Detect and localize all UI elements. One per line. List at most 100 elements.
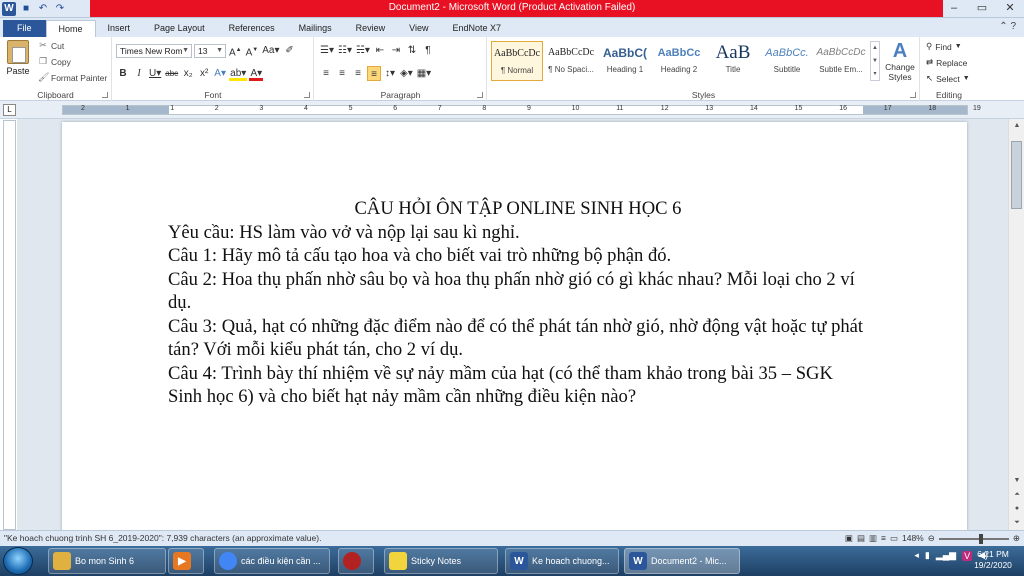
styles-launcher-icon[interactable] [910, 92, 916, 98]
restore-button[interactable]: ▭ [968, 0, 996, 17]
change-case-icon[interactable]: Aa▾ [261, 43, 280, 58]
style-no-spacing[interactable]: AaBbCcDc ¶ No Spaci... [545, 41, 597, 81]
paragraph-launcher-icon[interactable] [477, 92, 483, 98]
clear-formatting-icon[interactable]: ✐ [283, 43, 297, 58]
tab-page-layout[interactable]: Page Layout [142, 20, 217, 37]
justify-icon[interactable]: ≡ [367, 66, 381, 81]
find-button[interactable]: ⚲ Find ▼ [926, 41, 962, 52]
document-page[interactable]: CÂU HỎI ÔN TẬP ONLINE SINH HỌC 6 Yêu cầu… [62, 122, 967, 530]
taskbar-item-word-document2[interactable]: W Document2 - Mic... [624, 548, 740, 574]
font-launcher-icon[interactable] [304, 92, 310, 98]
signal-icon[interactable]: ▂▄▆ [936, 550, 956, 561]
align-right-icon[interactable]: ≡ [351, 66, 365, 81]
next-page-icon[interactable]: ⏷ [1009, 516, 1024, 530]
paste-button[interactable]: Paste [4, 40, 32, 76]
subscript-icon[interactable]: x₂ [181, 66, 195, 81]
undo-icon[interactable]: ↶ [36, 2, 50, 16]
grow-font-icon[interactable]: A▲ [228, 43, 243, 58]
align-left-icon[interactable]: ≡ [319, 66, 333, 81]
prev-page-icon[interactable]: ⏶ [1009, 488, 1024, 502]
multilevel-list-icon[interactable]: ☵▾ [355, 43, 371, 58]
strikethrough-icon[interactable]: abc [164, 66, 179, 81]
tab-insert[interactable]: Insert [96, 20, 143, 37]
shrink-font-icon[interactable]: A▼ [245, 43, 260, 58]
format-painter-button[interactable]: 🖌 Format Painter [38, 72, 107, 83]
zoom-out-icon[interactable]: ⊖ [928, 531, 935, 546]
web-layout-icon[interactable]: ▥ [869, 531, 877, 546]
numbering-icon[interactable]: ☷▾ [337, 43, 353, 58]
style-subtle-emphasis[interactable]: AaBbCcDc Subtle Em... [815, 41, 867, 81]
tab-view[interactable]: View [397, 20, 440, 37]
save-icon[interactable]: ■ [19, 2, 33, 16]
zoom-level[interactable]: 148% [902, 531, 924, 546]
copy-button[interactable]: ❐ Copy [38, 56, 71, 67]
align-center-icon[interactable]: ≡ [335, 66, 349, 81]
superscript-icon[interactable]: x² [197, 66, 211, 81]
help-icon[interactable]: ⌃ ? [999, 21, 1016, 32]
word-logo-icon[interactable]: W [2, 1, 16, 16]
minimize-button[interactable]: – [940, 0, 968, 17]
scroll-thumb[interactable] [1011, 141, 1022, 209]
document-title: CÂU HỎI ÔN TẬP ONLINE SINH HỌC 6 [354, 198, 682, 219]
change-styles-button[interactable]: A Change Styles [882, 40, 918, 82]
zoom-in-icon[interactable]: ⊕ [1013, 531, 1020, 546]
browse-object-icon[interactable]: ● [1009, 502, 1024, 516]
tab-review[interactable]: Review [344, 20, 398, 37]
taskbar-item-media[interactable]: ▶ [168, 548, 204, 574]
taskbar-item-app[interactable] [338, 548, 374, 574]
redo-icon[interactable]: ↷ [53, 2, 67, 16]
decrease-indent-icon[interactable]: ⇤ [373, 43, 387, 58]
font-family-select[interactable]: Times New Rom ▼ [116, 43, 192, 58]
cut-button[interactable]: ✂ Cut [38, 40, 64, 51]
line-spacing-icon[interactable]: ↕▾ [383, 66, 397, 81]
shading-icon[interactable]: ◈▾ [399, 66, 414, 81]
highlight-icon[interactable]: ab▾ [229, 66, 248, 81]
show-formatting-marks-icon[interactable]: ¶ [421, 43, 435, 58]
bullets-icon[interactable]: ☰▾ [319, 43, 335, 58]
increase-indent-icon[interactable]: ⇥ [389, 43, 403, 58]
tab-mailings[interactable]: Mailings [287, 20, 344, 37]
tab-file[interactable]: File [3, 20, 46, 37]
scroll-up-icon[interactable]: ▲ [1009, 119, 1024, 133]
font-size-select[interactable]: 13 ▼ [194, 43, 226, 58]
tab-references[interactable]: References [217, 20, 287, 37]
sort-icon[interactable]: ⇅ [405, 43, 419, 58]
tab-home[interactable]: Home [45, 20, 96, 37]
start-button[interactable] [3, 547, 33, 575]
network-icon[interactable]: ▮ [925, 550, 930, 561]
style-title[interactable]: AaB Title [707, 41, 759, 81]
bold-icon[interactable]: B [116, 66, 130, 81]
title-bar: Document2 - Microsoft Word (Product Acti… [0, 0, 1024, 18]
underline-icon[interactable]: U▾ [148, 66, 162, 81]
style-heading-1[interactable]: AaBbC( Heading 1 [599, 41, 651, 81]
taskbar-item-folder[interactable]: Bo mon Sinh 6 [48, 548, 166, 574]
select-button[interactable]: ↖ Select ▼ [926, 73, 970, 84]
styles-scroll[interactable]: ▲ ▼ ▾ [870, 41, 880, 81]
outline-icon[interactable]: ≡ [881, 531, 886, 546]
draft-icon[interactable]: ▭ [890, 531, 898, 546]
replace-button[interactable]: ⇄ Replace [926, 57, 967, 68]
style-heading-2[interactable]: AaBbCc Heading 2 [653, 41, 705, 81]
font-color-icon[interactable]: A▾ [249, 66, 264, 81]
clock[interactable]: 6:21 PM 19/2/2020 [968, 549, 1018, 571]
style-subtitle[interactable]: AaBbCc. Subtitle [761, 41, 813, 81]
text-effects-icon[interactable]: A▾ [213, 66, 227, 81]
full-screen-reading-icon[interactable]: ▤ [857, 531, 865, 546]
close-button[interactable]: ✕ [996, 0, 1024, 17]
taskbar-item-sticky-notes[interactable]: Sticky Notes [384, 548, 498, 574]
horizontal-ruler[interactable]: 2 1 1 2 3 4 5 6 7 8 9 10 11 12 13 14 15 16 17 18 19 [62, 105, 981, 115]
tab-selector[interactable]: L [3, 104, 16, 116]
taskbar-item-word-plan[interactable]: W Ke hoach chuong... [505, 548, 619, 574]
tray-arrow-icon[interactable]: ◂ [914, 550, 919, 561]
vertical-scrollbar[interactable]: ▲ ▼ ⏶ ● ⏷ [1008, 119, 1024, 530]
scroll-down-icon[interactable]: ▼ [1009, 474, 1024, 488]
taskbar-item-chrome[interactable]: các điều kiện cần ... [214, 548, 330, 574]
style-normal[interactable]: AaBbCcDc ¶ Normal [491, 41, 543, 81]
clipboard-launcher-icon[interactable] [102, 92, 108, 98]
tab-endnote[interactable]: EndNote X7 [441, 20, 514, 37]
print-layout-icon[interactable]: ▣ [845, 531, 853, 546]
italic-icon[interactable]: I [132, 66, 146, 81]
borders-icon[interactable]: ▦▾ [416, 66, 432, 81]
zoom-slider[interactable] [938, 533, 1009, 544]
document-body[interactable]: CÂU HỎI ÔN TẬP ONLINE SINH HỌC 6 Yêu cầu… [168, 197, 868, 409]
